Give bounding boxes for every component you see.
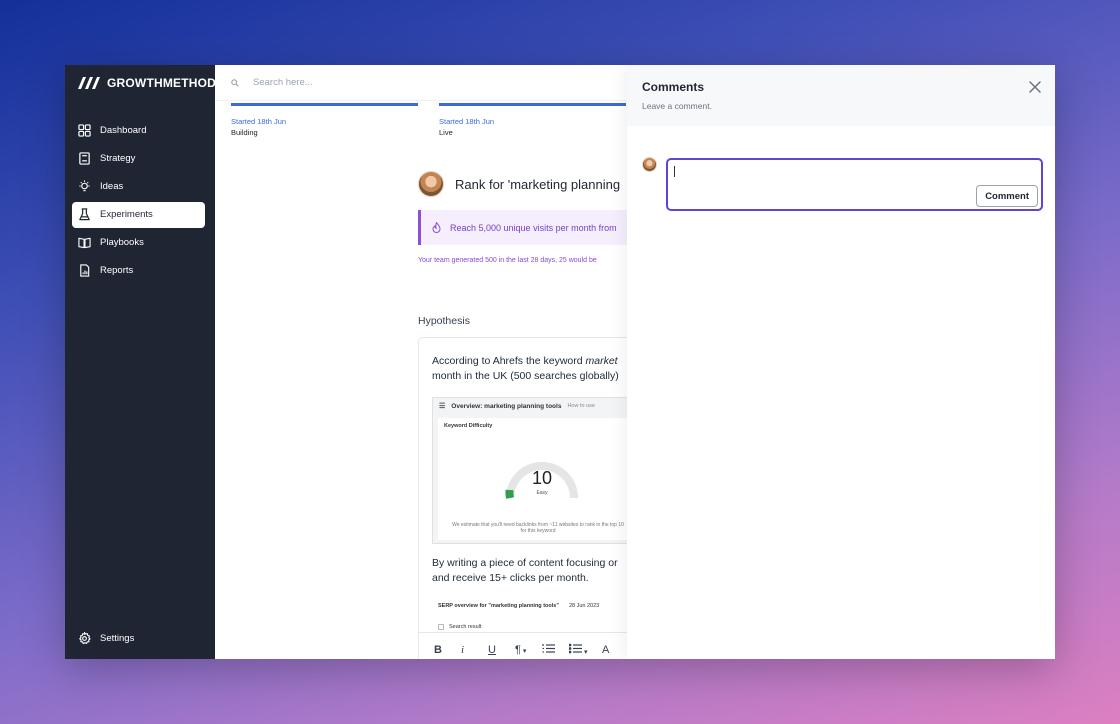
stage-date: Started 18th Jun xyxy=(231,117,287,126)
sidebar-item-experiments[interactable]: Experiments xyxy=(72,201,205,228)
app-window: GROWTHMETHOD Dashboard Strategy Ideas Ex… xyxy=(65,65,1055,659)
logo-icon xyxy=(78,77,100,89)
chevron-down-icon: ▾ xyxy=(582,648,588,656)
flask-icon xyxy=(79,208,90,221)
comments-title: Comments xyxy=(642,80,705,94)
sidebar-item-dashboard[interactable]: Dashboard xyxy=(72,117,205,143)
text-size-button[interactable]: A xyxy=(602,644,629,656)
sidebar-item-label: Experiments xyxy=(100,209,153,221)
stage-name: Building xyxy=(231,128,258,137)
checkbox xyxy=(438,624,444,630)
goal-note: Your team generated 500 in the last 28 d… xyxy=(418,257,597,264)
stage-progress-bar xyxy=(231,103,418,106)
serp-result-row: Search result xyxy=(438,624,481,630)
stage-progress-bar xyxy=(439,103,626,106)
comments-subtitle: Leave a comment. xyxy=(642,101,712,111)
how-to-use-label: How to use xyxy=(567,403,595,409)
commenter-avatar xyxy=(642,157,657,172)
fire-icon xyxy=(432,222,441,233)
grid-icon xyxy=(78,123,91,137)
lightbulb-icon xyxy=(79,180,90,192)
sidebar-item-label: Playbooks xyxy=(100,237,144,249)
search-icon xyxy=(231,78,239,87)
sidebar-item-label: Strategy xyxy=(100,152,136,164)
sidebar-nav: Dashboard Strategy Ideas Experiments Pla… xyxy=(72,117,205,286)
menu-icon: ☰ xyxy=(439,403,446,410)
search-input[interactable] xyxy=(253,77,553,88)
underline-button[interactable]: U xyxy=(488,644,515,656)
logo[interactable]: GROWTHMETHOD xyxy=(78,76,216,90)
serp-title: SERP overview for "marketing planning to… xyxy=(438,603,599,609)
content-line: By writing a piece of content focusing o… xyxy=(432,557,618,569)
sidebar-item-ideas[interactable]: Ideas xyxy=(72,173,205,199)
sidebar-item-playbooks[interactable]: Playbooks xyxy=(72,230,205,256)
screenshot-title: Overview: marketing planning tools xyxy=(451,402,562,410)
numbered-list-button[interactable] xyxy=(542,643,569,657)
report-icon xyxy=(80,264,90,278)
serp-title-text: SERP overview for "marketing planning to… xyxy=(438,603,559,609)
hypothesis-line: month in the UK (500 searches globally) xyxy=(432,370,619,382)
comments-header: Comments Leave a comment. xyxy=(627,65,1055,126)
bold-button[interactable]: B xyxy=(434,644,461,656)
comment-button[interactable]: Comment xyxy=(976,185,1038,207)
comment-input[interactable] xyxy=(673,164,1033,184)
paragraph-button[interactable]: ¶ ▾ xyxy=(515,644,542,656)
kd-value: 10 xyxy=(531,468,553,488)
comment-box: Comment xyxy=(666,158,1043,211)
sidebar: GROWTHMETHOD Dashboard Strategy Ideas Ex… xyxy=(65,65,216,659)
hypothesis-heading: Hypothesis xyxy=(418,315,470,327)
bullet-list-icon xyxy=(568,643,582,653)
sidebar-item-strategy[interactable]: Strategy xyxy=(72,145,205,171)
text-caret xyxy=(674,166,675,177)
kd-note: We estimate that you'll need backlinks f… xyxy=(438,522,638,534)
close-icon[interactable] xyxy=(1027,79,1043,95)
stage-live: Started 18th Jun Live xyxy=(439,103,626,137)
sidebar-item-label: Ideas xyxy=(100,180,124,192)
hypothesis-text: According to Ahrefs the keyword xyxy=(432,355,586,367)
italic-button[interactable]: i xyxy=(461,644,488,656)
avatar[interactable] xyxy=(418,171,444,197)
goal-text: Reach 5,000 unique visits per month from xyxy=(450,222,617,233)
kd-label: Keyword Difficulty xyxy=(444,423,493,429)
chevron-down-icon: ▾ xyxy=(520,647,527,655)
stage-name: Live xyxy=(439,128,453,137)
kd-note-line: for this keyword xyxy=(520,528,556,534)
hypothesis-line: According to Ahrefs the keyword market xyxy=(432,354,618,369)
sidebar-item-label: Reports xyxy=(100,265,134,277)
serp-result-label: Search result xyxy=(449,624,482,630)
gear-icon xyxy=(78,631,91,644)
content-line: and receive 15+ clicks per month. xyxy=(432,572,589,584)
sidebar-item-settings[interactable]: Settings xyxy=(72,625,205,651)
keyword-text: market xyxy=(585,355,618,367)
kd-level: Easy xyxy=(536,490,548,496)
serp-date: 28 Jun 2023 xyxy=(568,603,600,609)
comments-panel: Comments Leave a comment. Comment xyxy=(627,65,1055,659)
numbered-list-icon xyxy=(542,643,555,653)
sidebar-item-reports[interactable]: Reports xyxy=(72,258,205,284)
stage-date: Started 18th Jun xyxy=(439,117,495,126)
logo-text: GROWTHMETHOD xyxy=(107,76,217,90)
open-book-icon xyxy=(78,238,91,249)
experiment-header: Rank for 'marketing planning xyxy=(418,171,620,197)
stage-building: Started 18th Jun Building xyxy=(231,103,418,137)
settings-label: Settings xyxy=(100,632,135,644)
book-icon xyxy=(79,152,90,165)
sidebar-item-label: Dashboard xyxy=(100,124,147,136)
experiment-title: Rank for 'marketing planning xyxy=(455,176,621,192)
bullet-list-button[interactable]: ▾ xyxy=(568,643,602,657)
